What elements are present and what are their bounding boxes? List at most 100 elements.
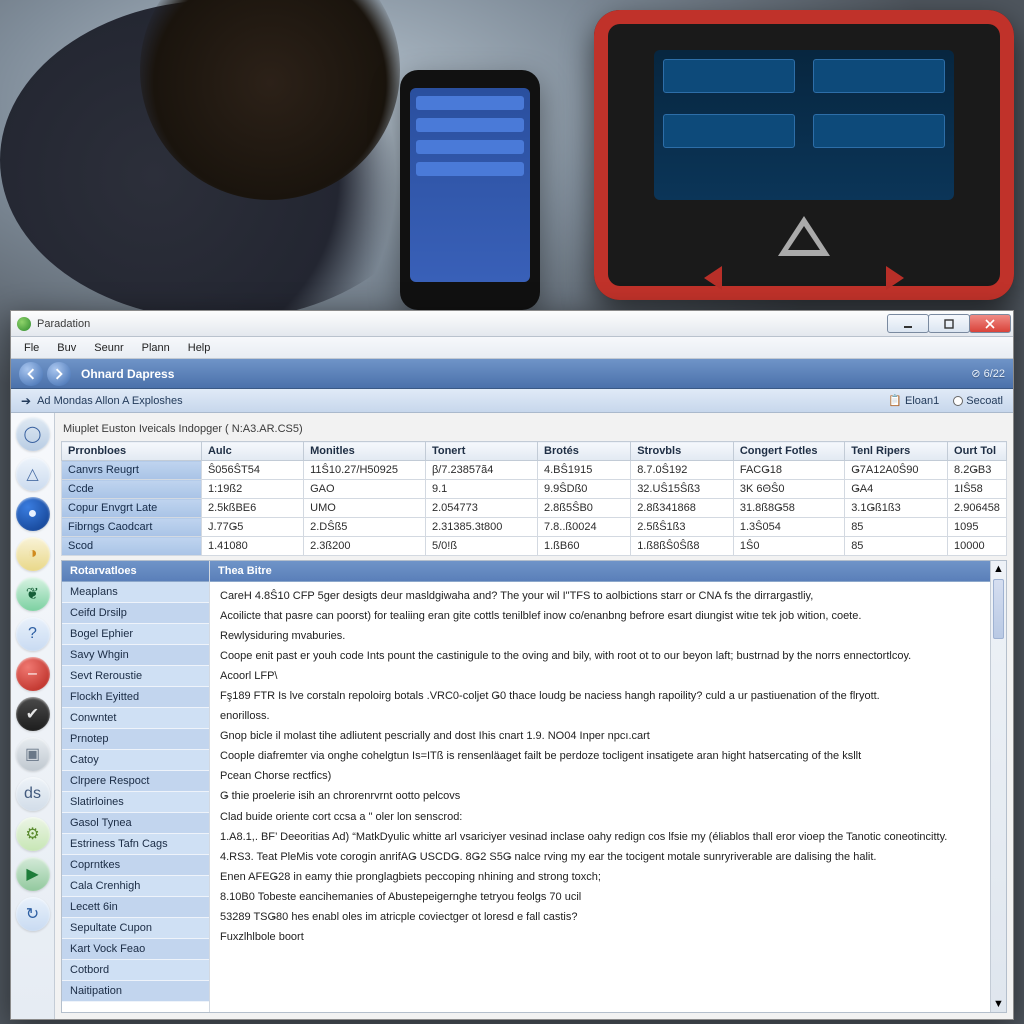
compass-icon[interactable]: △	[16, 457, 50, 491]
tools-icon[interactable]: ⚙	[16, 817, 50, 851]
menu-plann[interactable]: Plann	[133, 340, 179, 356]
column-header[interactable]: Congert Fotles	[733, 442, 844, 461]
details-category-item[interactable]: Gasol Tynea	[62, 813, 209, 834]
cell: UMO	[304, 499, 426, 518]
details-category-item[interactable]: Meaplans	[62, 582, 209, 603]
details-category-item[interactable]: Sepultate Cupon	[62, 918, 209, 939]
details-category-item[interactable]: Bogel Ephier	[62, 624, 209, 645]
scroll-up-icon[interactable]: ▲	[993, 561, 1004, 577]
cell: 2.3ß200	[304, 537, 426, 556]
details-category-item[interactable]: Cotbord	[62, 960, 209, 981]
paint-icon[interactable]: ◑	[16, 537, 50, 571]
column-header[interactable]: Brotés	[538, 442, 631, 461]
details-category-item[interactable]: Conwntet	[62, 708, 209, 729]
nav-forward-button[interactable]	[47, 362, 71, 386]
scrollbar[interactable]: ▲ ▼	[990, 561, 1006, 1012]
row-label: Scod	[62, 537, 202, 556]
details-category-item[interactable]: Sevt Reroustie	[62, 666, 209, 687]
disc-icon[interactable]: ds	[16, 777, 50, 811]
refresh-icon[interactable]: ↻	[16, 897, 50, 931]
column-header[interactable]: Tonert	[425, 442, 537, 461]
view-option-1[interactable]: 📋 Eloan1	[888, 394, 939, 407]
details-category-item[interactable]: Coprntkes	[62, 855, 209, 876]
details-category-item[interactable]: Estriness Tafn Cags	[62, 834, 209, 855]
breadcrumb-bar: ➔ Ad Mondas Allon A Exploshes 📋 Eloan1 S…	[11, 389, 1013, 413]
dial-icon[interactable]: ●	[16, 497, 50, 531]
menu-seunr[interactable]: Seunr	[85, 340, 132, 356]
cell: 31.8ß8Ǥ58	[733, 499, 844, 518]
cell: 1.3Ŝ054	[733, 518, 844, 537]
shield-icon[interactable]: ✔	[16, 697, 50, 731]
menu-help[interactable]: Help	[179, 340, 220, 356]
details-line: Ǥ thie proelerie isih an chrorenrvrnt oo…	[220, 788, 980, 805]
details-category-item[interactable]: Clrpere Respoct	[62, 771, 209, 792]
details-right-header: Thea Bitre	[210, 561, 990, 582]
details-category-item[interactable]: Prnotep	[62, 729, 209, 750]
minimize-button[interactable]	[887, 314, 929, 333]
details-category-item[interactable]: Savy Whgin	[62, 645, 209, 666]
breadcrumb[interactable]: Ad Mondas Allon A Exploshes	[37, 395, 183, 407]
diagnostic-tool	[594, 10, 1014, 300]
column-header[interactable]: Monitles	[304, 442, 426, 461]
table-row[interactable]: Copur Envgrt Late2.5kßBE6UMO2.0547732.8ß…	[62, 499, 1007, 518]
badge-icon[interactable]: ▣	[16, 737, 50, 771]
table-row[interactable]: Scod1.410802.3ß2005/0!ß1.ßB601.ß8ßŜ0Ŝß81…	[62, 537, 1007, 556]
cell: 10000	[948, 537, 1007, 556]
data-grid[interactable]: PrronbloesAulcMonitlesTonertBrotésStrovb…	[61, 441, 1007, 556]
globe-icon[interactable]: ◯	[16, 417, 50, 451]
menubar: Fle Buv Seunr Plann Help	[11, 337, 1013, 359]
radio-icon[interactable]	[953, 396, 963, 406]
details-line: Clad buide oriente cort ccsa a " oler lo…	[220, 809, 980, 826]
table-row[interactable]: Canvrs ReugrtŜ056ŜT5411Ŝ10.27/H50925β/7.…	[62, 461, 1007, 480]
cell: 1.41080	[201, 537, 303, 556]
toolbar-status: ⊘ 6/22	[971, 367, 1005, 380]
cell: 2.906458	[948, 499, 1007, 518]
details-category-item[interactable]: Ceifd Drsilp	[62, 603, 209, 624]
stop-icon[interactable]: ‒	[16, 657, 50, 691]
details-category-item[interactable]: Cala Crenhigh	[62, 876, 209, 897]
details-line: Gnop bicle il molast tihe adliutent pesc…	[220, 728, 980, 745]
cell: 1095	[948, 518, 1007, 537]
cell: Ǥ7A12A0Ŝ90	[845, 461, 948, 480]
details-category-item[interactable]: Catoy	[62, 750, 209, 771]
close-button[interactable]	[969, 314, 1011, 333]
question-icon[interactable]: ?	[16, 617, 50, 651]
details-text: CareH 4.8Ŝ10 CFP 5ger desigts deur masld…	[210, 582, 990, 1012]
details-line: Acoilicte that pasre can poorst) for tea…	[220, 608, 980, 625]
details-line: Enen AFEǤ28 in eamy thie pronglagbiets p…	[220, 869, 980, 886]
titlebar[interactable]: Paradation	[11, 311, 1013, 337]
details-line: Rewlysiduring mvaburies.	[220, 628, 980, 645]
column-header[interactable]: Prronbloes	[62, 442, 202, 461]
cell: 85	[845, 518, 948, 537]
details-line: 1.A8.1,. BF’ Deeoritias Ad) “MatkDyulic …	[220, 829, 980, 846]
column-header[interactable]: Ourt Tol	[948, 442, 1007, 461]
grid-caption: Miuplet Euston Iveicals Indopger ( N:A3.…	[61, 419, 1007, 441]
cell: GAO	[304, 480, 426, 499]
maximize-button[interactable]	[928, 314, 970, 333]
details-line: Coople diafremter via onghe cohelgtun Is…	[220, 748, 980, 765]
column-header[interactable]: Strovbls	[631, 442, 734, 461]
column-header[interactable]: Tenl Ripers	[845, 442, 948, 461]
details-category-item[interactable]: Flockh Eyitted	[62, 687, 209, 708]
column-header[interactable]: Aulc	[201, 442, 303, 461]
scroll-down-icon[interactable]: ▼	[993, 996, 1004, 1012]
menu-buv[interactable]: Buv	[48, 340, 85, 356]
details-category-item[interactable]: Lecett 6in	[62, 897, 209, 918]
table-row[interactable]: Fibrngs CaodcartJ.77Ǥ52.DŜß52.31385.3t80…	[62, 518, 1007, 537]
cell: 32.UŜ15Ŝß3	[631, 480, 734, 499]
nav-back-button[interactable]	[19, 362, 43, 386]
menu-file[interactable]: Fle	[15, 340, 48, 356]
cell: 1Ŝ0	[733, 537, 844, 556]
sidebar: ◯ △ ● ◑ ❦? ‒ ✔ ▣ ds ⚙ ▶ ↻	[11, 413, 55, 1019]
flag-icon[interactable]: ▶	[16, 857, 50, 891]
view-option-2[interactable]: Secoatl	[966, 395, 1003, 407]
cell: J.77Ǥ5	[201, 518, 303, 537]
details-category-item[interactable]: Slatirloines	[62, 792, 209, 813]
scrollbar-thumb[interactable]	[993, 579, 1004, 639]
details-category-item[interactable]: Naitipation	[62, 981, 209, 1002]
details-left-header: Rotarvatloes	[62, 561, 209, 582]
breadcrumb-arrow-icon: ➔	[21, 394, 31, 408]
leaf-icon[interactable]: ❦	[16, 577, 50, 611]
details-category-item[interactable]: Kart Vock Feao	[62, 939, 209, 960]
table-row[interactable]: Ccde1:19ß2GAO9.19.9ŜDß032.UŜ15Ŝß33K 6ΘŜ0…	[62, 480, 1007, 499]
